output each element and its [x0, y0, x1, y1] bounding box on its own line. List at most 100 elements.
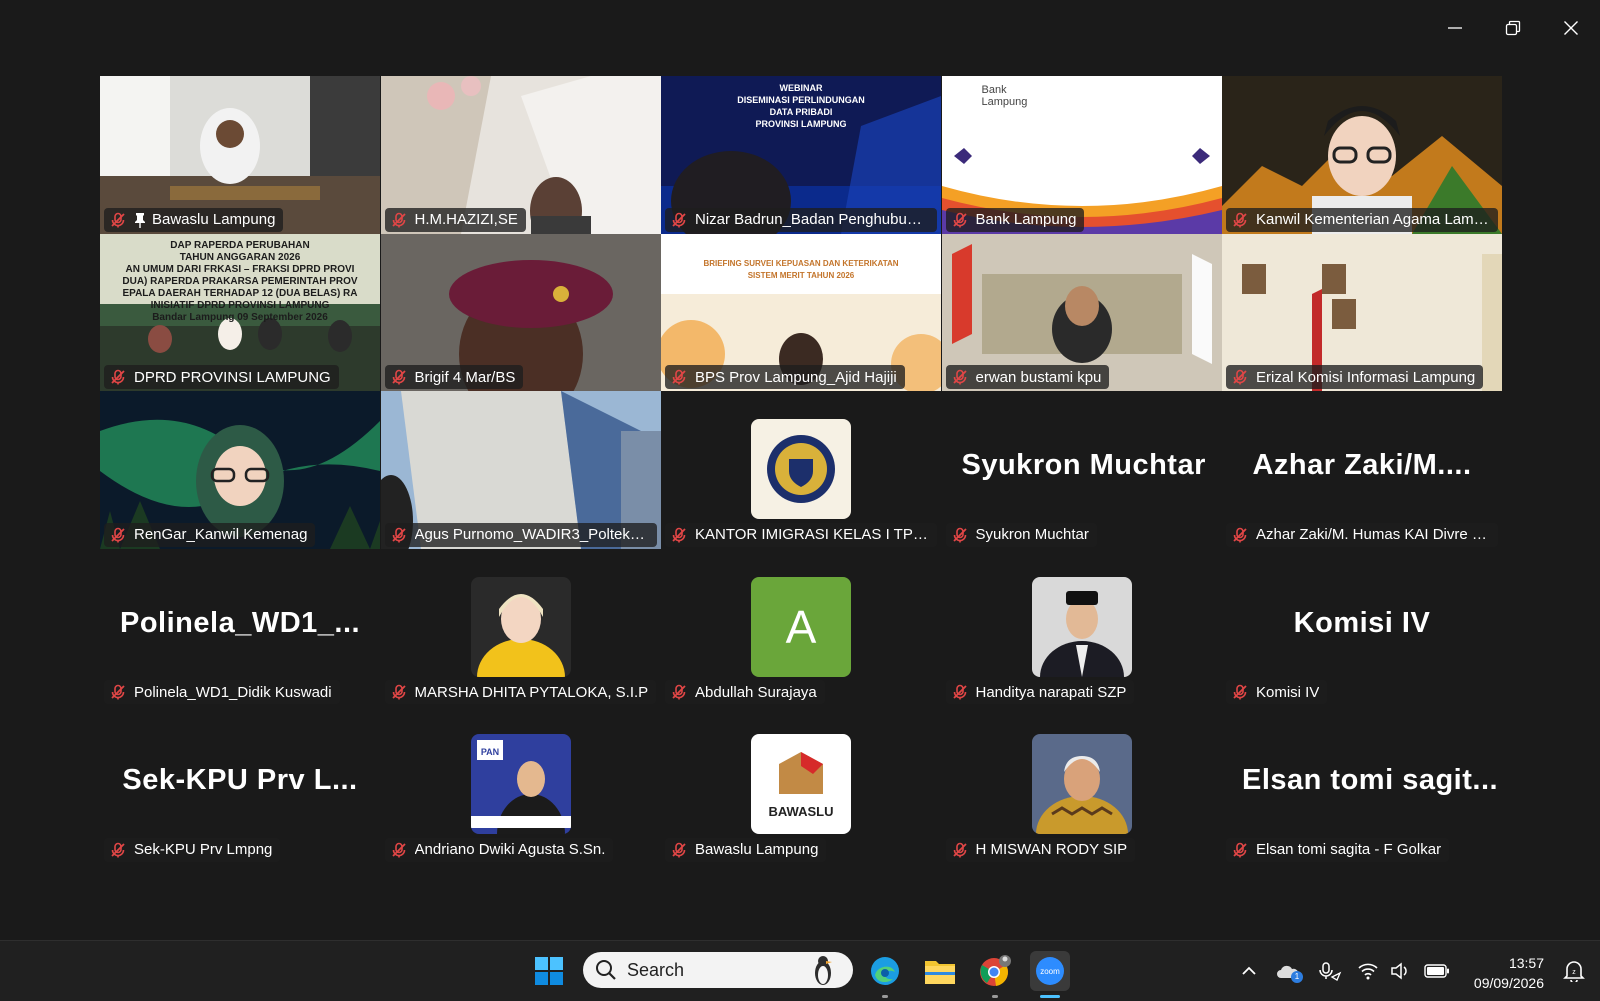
- taskbar-file-explorer[interactable]: [920, 951, 960, 991]
- search-placeholder: Search: [627, 959, 685, 980]
- participant-tile[interactable]: BRIEFING SURVEI KEPUASAN DAN KETERIKATAN…: [661, 233, 941, 392]
- participant-name: Bawaslu Lampung: [152, 211, 276, 229]
- participant-tile[interactable]: Polinela_WD1_... Polinela_WD1_Didik Kuswa…: [100, 549, 380, 707]
- minimize-button[interactable]: [1426, 0, 1484, 56]
- close-button[interactable]: [1542, 0, 1600, 56]
- mic-muted-icon: [111, 212, 125, 228]
- participant-avatar: PAN: [470, 734, 571, 835]
- mic-muted-icon: [672, 369, 686, 385]
- participant-name-tag: Polinela_WD1_Didik Kuswadi: [104, 680, 340, 705]
- participant-tile[interactable]: Kanwil Kementerian Agama Lamp...: [1222, 76, 1502, 234]
- battery-icon[interactable]: [1424, 964, 1450, 978]
- participant-name-tag: H.M.HAZIZI,SE: [384, 207, 526, 232]
- mic-muted-icon: [672, 527, 686, 543]
- wifi-icon[interactable]: [1358, 962, 1378, 980]
- close-icon: [1564, 21, 1578, 35]
- participant-tile[interactable]: Komisi IV Komisi IV: [1222, 549, 1502, 707]
- clock-time: 13:57: [1508, 955, 1544, 971]
- participant-tile[interactable]: RenGar_Kanwil Kemenag: [100, 391, 380, 549]
- participant-name: Polinela_WD1_Didik Kuswadi: [134, 683, 332, 701]
- participant-name-tag: KANTOR IMIGRASI KELAS I TPI BA...: [665, 522, 937, 547]
- mic-muted-icon: [672, 212, 686, 228]
- svg-text:z: z: [1572, 969, 1576, 976]
- restore-icon: [1505, 20, 1521, 36]
- participant-tile[interactable]: Sek-KPU Prv L... Sek-KPU Prv Lmpng: [100, 706, 380, 864]
- participant-name: Komisi IV: [1256, 683, 1320, 701]
- participant-name-tag: RenGar_Kanwil Kemenag: [104, 522, 316, 547]
- participant-name: Syukron Muchtar: [975, 526, 1089, 544]
- edge-icon: [871, 957, 899, 985]
- slide-line: TAHUN ANGGARAN 2026: [179, 251, 301, 263]
- system-tray: 1: [1240, 941, 1450, 1001]
- edge-running-indicator: [882, 995, 888, 998]
- taskbar-search[interactable]: Search: [583, 952, 853, 988]
- search-icon: [596, 960, 616, 980]
- participant-tile[interactable]: Syukron Muchtar Syukron Muchtar: [942, 391, 1222, 549]
- notification-icon: z: [1563, 961, 1585, 982]
- notification-button[interactable]: z: [1556, 951, 1592, 991]
- participant-name-tag: Erizal Komisi Informasi Lampung: [1226, 365, 1484, 390]
- participant-tile[interactable]: Bawaslu Lampung: [100, 76, 380, 234]
- zoom-icon: zoom: [1036, 957, 1064, 985]
- participant-name: H MISWAN RODY SIP: [975, 841, 1128, 859]
- participant-tile[interactable]: Brigif 4 Mar/BS: [380, 233, 661, 392]
- penguin-highlight-icon: [815, 956, 832, 985]
- participant-display-name: Sek-KPU Prv L...: [122, 764, 358, 797]
- participant-tile[interactable]: H.M.HAZIZI,SE: [380, 76, 661, 234]
- participant-name: BPS Prov Lampung_Ajid Hajiji: [695, 368, 897, 386]
- mic-muted-icon: [111, 842, 125, 858]
- microphone-icon[interactable]: [1318, 961, 1342, 981]
- participant-display-name: Elsan tomi sagit...: [1242, 764, 1499, 797]
- participant-name: DPRD PROVINSI LAMPUNG: [134, 368, 331, 386]
- participant-name: Brigif 4 Mar/BS: [414, 368, 516, 386]
- mic-muted-icon: [391, 212, 406, 228]
- participant-tile[interactable]: Bank Lampung Bank Lampung: [941, 76, 1222, 234]
- participant-tile[interactable]: Elsan tomi sagit... Elsan tomi sagita - F…: [1222, 706, 1502, 864]
- participant-tile[interactable]: PAN Andriano Dwiki Agusta S.Sn.: [381, 706, 661, 864]
- taskbar-zoom[interactable]: zoom: [1030, 951, 1070, 991]
- participant-tile[interactable]: Handitya narapati SZP: [942, 549, 1222, 707]
- start-button[interactable]: [529, 951, 569, 991]
- participant-name: Agus Purnomo_WADIR3_Poltekkes...: [414, 526, 649, 544]
- participant-name: Andriano Dwiki Agusta S.Sn.: [414, 841, 606, 859]
- chevron-up-icon[interactable]: [1240, 962, 1258, 980]
- participant-name: Sek-KPU Prv Lmpng: [134, 841, 273, 859]
- participant-display-name: Azhar Zaki/M....: [1252, 449, 1472, 482]
- poster-text: PAN: [480, 747, 498, 757]
- participant-name-tag: BPS Prov Lampung_Ajid Hajiji: [665, 365, 905, 390]
- mic-muted-icon: [391, 685, 406, 700]
- participant-tile[interactable]: A Abdullah Surajaya: [661, 549, 941, 707]
- participant-tile[interactable]: BAWASLU Bawaslu Lampung: [661, 706, 941, 864]
- participant-tile[interactable]: DAP RAPERDA PERUBAHAN TAHUN ANGGARAN 2026…: [100, 233, 380, 392]
- participant-tile[interactable]: Azhar Zaki/M.... Azhar Zaki/M. Humas KAI …: [1222, 391, 1502, 549]
- slide-line: DAP RAPERDA PERUBAHAN: [170, 239, 310, 251]
- participant-tile[interactable]: Agus Purnomo_WADIR3_Poltekkes...: [380, 391, 661, 549]
- volume-icon[interactable]: [1390, 962, 1410, 980]
- mic-muted-icon: [1233, 527, 1247, 543]
- clock-date: 09/09/2026: [1473, 975, 1544, 991]
- participant-name: Handitya narapati SZP: [975, 683, 1127, 701]
- participant-tile[interactable]: MARSHA DHITA PYTALOKA, S.I.P: [381, 549, 661, 707]
- participant-name: RenGar_Kanwil Kemenag: [134, 526, 308, 544]
- onedrive-tray[interactable]: 1: [1276, 962, 1303, 983]
- taskbar-clock[interactable]: 13:57 09/09/2026: [1474, 953, 1544, 993]
- restore-button[interactable]: [1484, 0, 1542, 56]
- slide-line: EPALA DAERAH TERHADAP 12 (DUA BELAS) RA: [122, 287, 358, 299]
- taskbar-chrome[interactable]: [975, 951, 1015, 991]
- slide-line: BRIEFING SURVEI KEPUASAN DAN KETERIKATAN: [703, 258, 899, 268]
- participant-name-tag: Azhar Zaki/M. Humas KAI Divre IV...: [1226, 522, 1498, 547]
- participant-name-tag: Sek-KPU Prv Lmpng: [104, 837, 281, 862]
- participant-tile[interactable]: erwan bustami kpu: [941, 233, 1222, 392]
- taskbar: Search zoom 1 13:57 09/09/2026 z: [0, 940, 1600, 1001]
- chrome-running-indicator: [992, 995, 998, 998]
- participant-tile[interactable]: H MISWAN RODY SIP: [942, 706, 1222, 864]
- taskbar-edge[interactable]: [865, 951, 905, 991]
- participant-tile[interactable]: WEBINAR DISEMINASI PERLINDUNGAN DATA PRIBA…: [661, 76, 941, 234]
- participant-tile[interactable]: Erizal Komisi Informasi Lampung: [1222, 233, 1502, 392]
- participant-name-tag: Komisi IV: [1226, 680, 1328, 705]
- participant-name: Kanwil Kementerian Agama Lamp...: [1256, 211, 1490, 229]
- participant-tile[interactable]: KANTOR IMIGRASI KELAS I TPI BA...: [661, 391, 941, 549]
- participant-name-tag: DPRD PROVINSI LAMPUNG: [104, 365, 339, 390]
- mic-muted-icon: [672, 685, 686, 700]
- slide-line: INISIATIF DPRD PROVINSI LAMPUNG: [150, 299, 330, 311]
